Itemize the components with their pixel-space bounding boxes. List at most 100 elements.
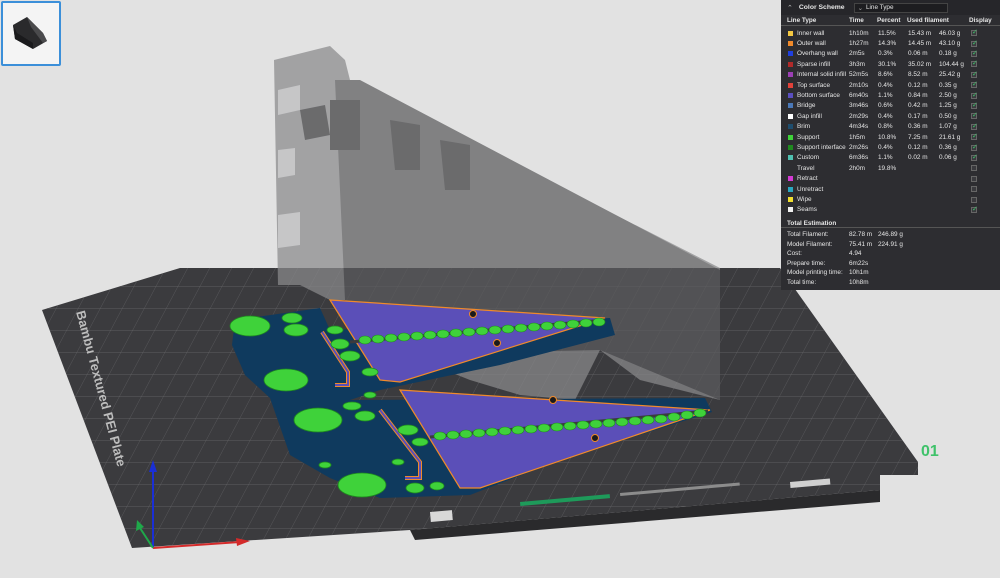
line-type-length: 0.06 m (908, 50, 928, 58)
table-row: Brim 4m34s 0.8% 0.36 m 1.07 g (781, 122, 1000, 132)
line-type-swatch (788, 30, 793, 36)
display-checkbox[interactable] (971, 111, 978, 120)
line-type-weight: 0.18 g (939, 50, 957, 58)
line-type-name: Sparse infill (797, 60, 831, 68)
line-type-weight: 0.50 g (939, 112, 957, 120)
display-checkbox[interactable] (971, 196, 977, 203)
line-type-time: 1h5m (849, 133, 865, 141)
display-checkbox[interactable] (971, 80, 978, 89)
display-checkbox[interactable] (971, 91, 978, 99)
display-checkbox[interactable] (971, 28, 978, 37)
color-scheme-header: ⌃ Color Scheme ⌄ Line Type (781, 0, 1000, 15)
table-row: Overhang wall 2m5s 0.3% 0.06 m 0.18 g (781, 49, 1000, 59)
line-type-table: Line Type Time Percent Used filament Dis… (781, 15, 1000, 227)
display-checkbox[interactable] (971, 205, 978, 213)
display-checkbox[interactable] (971, 186, 977, 193)
line-type-time: 2h0m (849, 164, 865, 172)
table-row: Outer wall 1h27m 14.3% 14.45 m 43.10 g (781, 38, 1000, 48)
estimate-weight: 224.91 g (878, 240, 903, 248)
display-checkbox[interactable] (971, 101, 978, 109)
line-type-swatch (788, 72, 793, 78)
line-type-time: 3m46s (849, 102, 869, 110)
line-type-weight: 21.61 g (939, 133, 961, 141)
estimate-value: 82.78 m (849, 231, 873, 238)
line-type-percent: 0.8% (878, 123, 893, 131)
display-checkbox[interactable] (971, 175, 977, 182)
line-type-name: Support (797, 133, 820, 141)
line-type-length: 0.02 m (908, 154, 928, 162)
line-type-percent: 0.4% (878, 144, 893, 152)
line-type-weight: 0.35 g (939, 81, 957, 89)
table-row: Seams (781, 205, 1000, 215)
display-checkbox[interactable] (971, 153, 978, 161)
line-type-swatch (788, 197, 793, 203)
line-type-name: Wipe (797, 196, 812, 204)
estimate-label: Total time: (787, 279, 817, 286)
line-type-length: 14.45 m (908, 40, 932, 48)
line-type-time: 2m26s (849, 144, 869, 152)
estimate-label: Model Filament: (787, 240, 833, 248)
line-type-swatch (788, 61, 793, 67)
line-type-swatch (788, 134, 793, 140)
col-header-percent: Percent (877, 16, 901, 24)
line-type-time: 6m40s (849, 92, 869, 100)
line-type-name: Gap infill (797, 112, 822, 120)
col-header-used-filament: Used filament (907, 16, 949, 24)
plate-thumbnail[interactable] (1, 1, 61, 66)
line-type-swatch (788, 176, 793, 182)
line-type-time: 1h10m (849, 29, 869, 37)
line-type-name: Overhang wall (797, 50, 838, 58)
table-row: Top surface 2m10s 0.4% 0.12 m 0.35 g (781, 80, 1000, 90)
line-type-dropdown[interactable]: ⌄ Line Type (853, 2, 948, 13)
line-type-length: 15.43 m (908, 29, 932, 37)
line-type-name: Travel (797, 164, 815, 172)
line-type-weight: 1.07 g (939, 123, 957, 131)
line-type-time: 3h3m (849, 60, 865, 68)
line-type-name: Inner wall (797, 29, 825, 37)
estimate-weight: 246.89 g (878, 231, 903, 238)
display-checkbox[interactable] (971, 49, 978, 57)
display-checkbox[interactable] (971, 39, 978, 47)
color-scheme-icon[interactable]: ⌃ (787, 4, 793, 12)
line-type-name: Support interface (797, 144, 846, 152)
table-row: Bridge 3m46s 0.6% 0.42 m 1.25 g (781, 101, 1000, 111)
line-type-name: Bottom surface (797, 92, 840, 100)
estimate-label: Model printing time: (787, 269, 843, 277)
table-row: Unretract (781, 184, 1000, 194)
line-type-percent: 10.8% (878, 133, 897, 141)
line-type-percent: 8.6% (878, 71, 893, 79)
plate-thumbnail-icon (13, 17, 47, 49)
table-row: Wipe (781, 194, 1000, 204)
display-checkbox[interactable] (971, 132, 978, 141)
line-type-time: 1h27m (849, 40, 869, 48)
table-row: Retract (781, 174, 1000, 184)
line-type-length: 0.36 m (908, 123, 928, 131)
estimate-label: Prepare time: (787, 259, 826, 267)
line-type-name: Bridge (797, 102, 816, 110)
display-checkbox[interactable] (971, 122, 978, 130)
color-scheme-panel: ⌃ Color Scheme ⌄ Line Type Line Type Tim… (781, 0, 1000, 290)
line-type-percent: 1.1% (878, 92, 893, 100)
line-type-name: Outer wall (797, 40, 826, 48)
line-type-percent: 1.1% (878, 154, 893, 162)
dropdown-chevron-icon: ⌄ (857, 4, 863, 12)
line-type-swatch (788, 165, 793, 171)
line-type-percent: 11.5% (878, 29, 896, 37)
estimate-label: Cost: (787, 250, 802, 258)
display-checkbox[interactable] (971, 165, 977, 172)
table-row: Support 1h5m 10.8% 7.25 m 21.61 g (781, 132, 1000, 142)
line-type-length: 0.84 m (908, 92, 928, 100)
table-row: Custom 6m36s 1.1% 0.02 m 0.06 g (781, 153, 1000, 163)
line-type-swatch (788, 103, 793, 109)
line-type-length: 0.12 m (908, 144, 928, 152)
display-checkbox[interactable] (971, 143, 978, 151)
line-type-name: Custom (797, 154, 820, 162)
estimate-value: 10h8m (849, 279, 869, 286)
estimate-value: 75.41 m (849, 240, 873, 248)
display-checkbox[interactable] (971, 59, 978, 68)
display-checkbox[interactable] (971, 70, 978, 78)
line-type-swatch (788, 124, 793, 130)
total-estimation-title: Total Estimation (787, 220, 837, 227)
table-row: Bottom surface 6m40s 1.1% 0.84 m 2.50 g (781, 90, 1000, 100)
table-row: Internal solid infill 52m5s 8.6% 8.52 m 25.4… (781, 70, 1000, 80)
